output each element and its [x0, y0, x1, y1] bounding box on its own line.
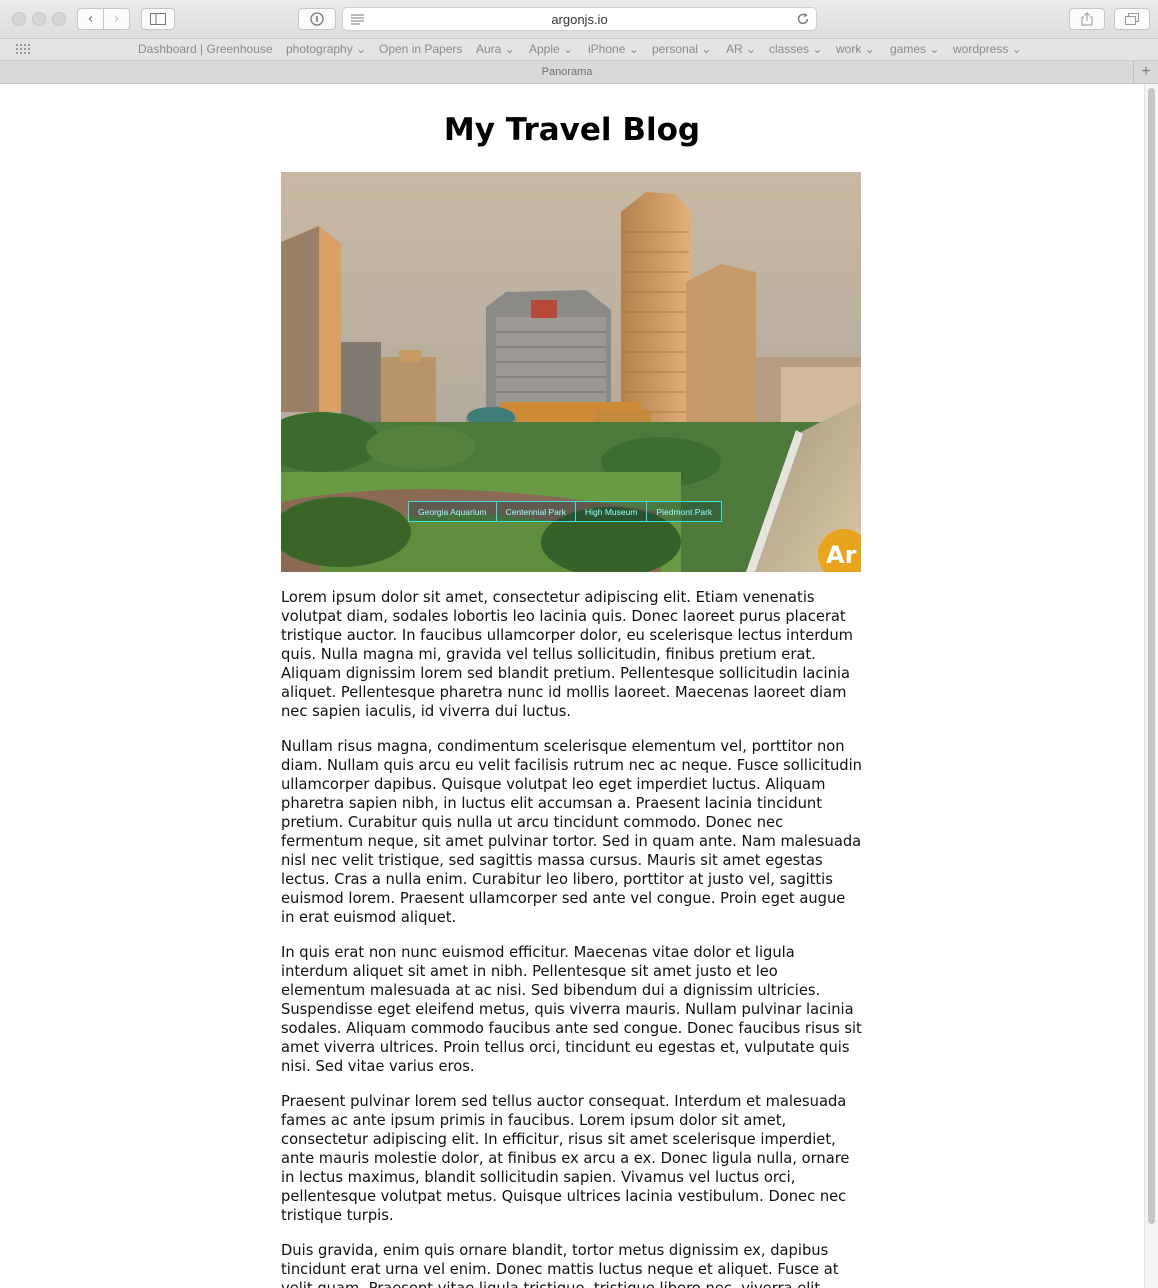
url-text: argonjs.io — [551, 12, 608, 27]
close-window-button[interactable] — [12, 12, 26, 26]
chevron-down-icon: ⌄ — [1011, 42, 1022, 56]
bookmark-iphone[interactable]: iPhone ⌄ — [588, 42, 639, 56]
tab-panorama[interactable]: Panorama — [0, 66, 1134, 78]
new-tab-button[interactable]: + — [1133, 61, 1158, 83]
plus-icon: + — [1141, 63, 1151, 80]
share-button[interactable] — [1069, 8, 1105, 30]
tab-bar: Panorama + — [0, 61, 1158, 84]
bookmark-apple[interactable]: Apple ⌄ — [529, 42, 573, 56]
paragraph: Praesent pulvinar lorem sed tellus aucto… — [281, 1093, 850, 1224]
sidebar-button[interactable] — [141, 8, 175, 30]
bookmark-wordpress[interactable]: wordpress ⌄ — [953, 42, 1022, 56]
tabs-icon — [1125, 13, 1139, 25]
zoom-window-button[interactable] — [52, 12, 66, 26]
chevron-down-icon: ⌄ — [628, 42, 639, 56]
address-bar[interactable]: argonjs.io — [342, 7, 817, 31]
paragraph: Duis gravida, enim quis ornare blandit, … — [281, 1242, 839, 1288]
scrollbar-thumb[interactable] — [1148, 88, 1155, 1224]
panorama-view[interactable]: Georgia Aquarium Centennial Park High Mu… — [281, 172, 861, 572]
info-icon — [310, 12, 324, 26]
poi-piedmont-park[interactable]: Piedmont Park — [646, 501, 723, 522]
poi-georgia-aquarium[interactable]: Georgia Aquarium — [408, 501, 497, 522]
reload-icon[interactable] — [796, 12, 810, 26]
blog-post-body: Lorem ipsum dolor sit amet, consectetur … — [281, 588, 863, 1288]
chevron-down-icon: ⌄ — [929, 42, 940, 56]
page-scrollbar[interactable] — [1144, 84, 1158, 1288]
chevron-down-icon: ⌄ — [812, 42, 823, 56]
poi-labels: Georgia Aquarium Centennial Park High Mu… — [408, 501, 723, 522]
bookmark-photography[interactable]: photography ⌄ — [286, 42, 366, 56]
chevron-down-icon: ⌄ — [746, 42, 757, 56]
chevron-down-icon: ⌄ — [864, 42, 875, 56]
grid-icon[interactable] — [16, 44, 30, 55]
bookmark-games[interactable]: games ⌄ — [890, 42, 939, 56]
bookmark-ar[interactable]: AR ⌄ — [726, 42, 756, 56]
paragraph: Nullam risus magna, condimentum sceleris… — [281, 738, 862, 926]
chevron-down-icon: ⌄ — [563, 42, 574, 56]
web-page: My Travel Blog Georgia Aquarium Centenni… — [0, 84, 1144, 1288]
privacy-button[interactable] — [298, 8, 336, 30]
paragraph: Lorem ipsum dolor sit amet, consectetur … — [281, 589, 853, 720]
bookmark-aura[interactable]: Aura ⌄ — [476, 42, 515, 56]
minimize-window-button[interactable] — [32, 12, 46, 26]
bookmarks-bar: Dashboard | Greenhouse photography ⌄ Ope… — [0, 39, 1158, 61]
poi-high-museum[interactable]: High Museum — [575, 501, 648, 522]
chevron-left-icon: ‹ — [87, 11, 94, 27]
poi-centennial-park[interactable]: Centennial Park — [495, 501, 576, 522]
browser-toolbar: ‹ › argonjs.io — [0, 0, 1158, 39]
show-tabs-button[interactable] — [1114, 8, 1150, 30]
chevron-down-icon: ⌄ — [504, 42, 515, 56]
bookmark-classes[interactable]: classes ⌄ — [769, 42, 822, 56]
chevron-down-icon: ⌄ — [701, 42, 712, 56]
share-icon — [1081, 12, 1093, 26]
paragraph: In quis erat non nunc euismod efficitur.… — [281, 944, 862, 1075]
sidebar-icon — [150, 13, 166, 25]
chevron-right-icon: › — [113, 11, 120, 27]
page-title: My Travel Blog — [443, 112, 701, 148]
bookmark-dashboard[interactable]: Dashboard | Greenhouse — [138, 42, 273, 56]
bookmark-work[interactable]: work ⌄ — [836, 42, 875, 56]
bookmark-open-in-papers[interactable]: Open in Papers — [379, 42, 462, 56]
back-button[interactable]: ‹ — [77, 8, 104, 30]
bookmark-personal[interactable]: personal ⌄ — [652, 42, 711, 56]
chevron-down-icon: ⌄ — [356, 42, 367, 56]
forward-button[interactable]: › — [103, 8, 130, 30]
